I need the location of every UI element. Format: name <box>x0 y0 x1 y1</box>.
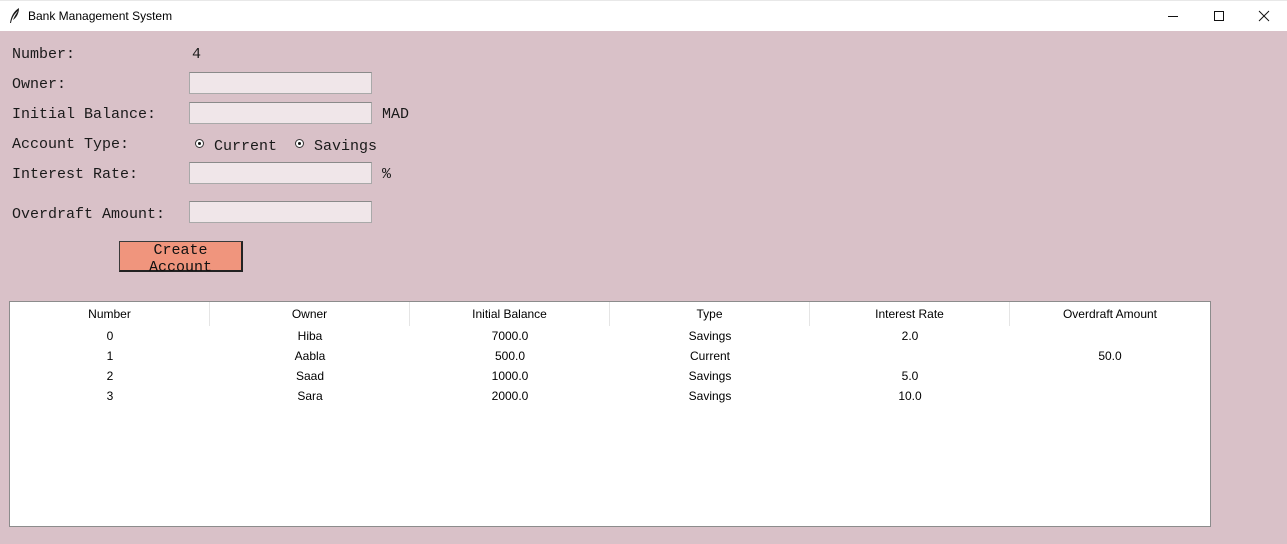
table-row[interactable]: 3 Sara 2000.0 Savings 10.0 <box>10 386 1210 406</box>
cell-initial-balance: 7000.0 <box>491 329 529 343</box>
table-header: Number Owner Initial Balance Type Intere… <box>10 302 1210 326</box>
cell-type: Savings <box>688 329 732 343</box>
owner-label: Owner: <box>12 76 67 93</box>
minimize-button[interactable] <box>1150 1 1196 31</box>
column-header-number[interactable]: Number <box>10 302 210 326</box>
feather-icon <box>8 7 22 25</box>
window-title: Bank Management System <box>28 9 173 23</box>
cell-overdraft-amount <box>1010 386 1210 406</box>
cell-initial-balance: 1000.0 <box>491 369 529 383</box>
account-type-label: Account Type: <box>12 136 130 153</box>
cell-overdraft-amount <box>1010 326 1210 346</box>
interest-rate-label: Interest Rate: <box>12 166 139 183</box>
maximize-button[interactable] <box>1196 1 1242 31</box>
number-value: 4 <box>192 46 202 63</box>
column-header-owner[interactable]: Owner <box>210 302 410 326</box>
column-header-type[interactable]: Type <box>610 302 810 326</box>
cell-initial-balance: 2000.0 <box>491 389 529 403</box>
cell-interest-rate: 5.0 <box>901 369 919 383</box>
number-label: Number: <box>12 46 76 63</box>
owner-input[interactable] <box>189 72 372 94</box>
cell-type: Savings <box>688 389 732 403</box>
radio-savings-label: Savings <box>314 138 378 155</box>
close-icon <box>1258 10 1270 22</box>
cell-overdraft-amount <box>1010 366 1210 386</box>
cell-number: 2 <box>106 369 114 383</box>
cell-owner: Sara <box>297 389 323 403</box>
overdraft-amount-label: Overdraft Amount: <box>12 206 166 223</box>
column-header-interest-rate[interactable]: Interest Rate <box>810 302 1010 326</box>
percent-label: % <box>382 166 392 183</box>
cell-overdraft-amount: 50.0 <box>1098 349 1122 363</box>
interest-rate-input[interactable] <box>189 162 372 184</box>
cell-number: 1 <box>106 349 114 363</box>
cell-initial-balance: 500.0 <box>494 349 526 363</box>
table-row[interactable]: 2 Saad 1000.0 Savings 5.0 <box>10 366 1210 386</box>
minimize-icon <box>1168 16 1178 17</box>
table-row[interactable]: 1 Aabla 500.0 Current 50.0 <box>10 346 1210 366</box>
cell-type: Current <box>689 349 730 363</box>
radio-current-label: Current <box>214 138 278 155</box>
cell-interest-rate: 2.0 <box>901 329 919 343</box>
cell-interest-rate: 10.0 <box>898 389 922 403</box>
close-button[interactable] <box>1241 1 1287 31</box>
radio-selected-icon <box>295 139 304 148</box>
cell-number: 0 <box>106 329 114 343</box>
accounts-table[interactable]: Number Owner Initial Balance Type Intere… <box>9 301 1211 527</box>
cell-type: Savings <box>688 369 732 383</box>
cell-owner: Saad <box>295 369 325 383</box>
cell-owner: Hiba <box>297 329 323 343</box>
initial-balance-input[interactable] <box>189 102 372 124</box>
radio-selected-icon <box>195 139 204 148</box>
create-account-button[interactable]: Create Account <box>119 241 243 276</box>
overdraft-amount-input[interactable] <box>189 201 372 223</box>
initial-balance-label: Initial Balance: <box>12 106 157 123</box>
currency-label: MAD <box>382 106 410 123</box>
column-header-overdraft-amount[interactable]: Overdraft Amount <box>1010 302 1210 326</box>
cell-number: 3 <box>106 389 114 403</box>
table-row[interactable]: 0 Hiba 7000.0 Savings 2.0 <box>10 326 1210 346</box>
column-header-initial-balance[interactable]: Initial Balance <box>410 302 610 326</box>
cell-interest-rate <box>810 346 1010 366</box>
maximize-icon <box>1214 11 1224 21</box>
title-bar: Bank Management System <box>0 0 1287 31</box>
cell-owner: Aabla <box>294 349 326 363</box>
